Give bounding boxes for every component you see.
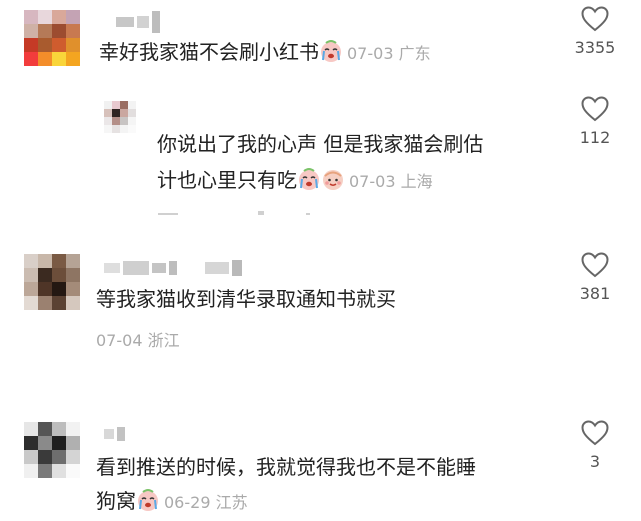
comment-text: 等我家猫收到清华录取通知书就买 bbox=[96, 282, 396, 316]
comment-location: 广东 bbox=[398, 44, 431, 63]
like-count: 112 bbox=[579, 128, 611, 147]
like-button[interactable]: 381 bbox=[565, 252, 625, 303]
like-count: 3355 bbox=[574, 38, 616, 57]
username-redacted[interactable] bbox=[104, 426, 125, 442]
username-redacted[interactable] bbox=[104, 258, 242, 278]
like-button[interactable]: 112 bbox=[565, 96, 625, 147]
comment-date: 07-03 bbox=[347, 44, 394, 63]
comment-body: 狗窝 bbox=[96, 489, 136, 513]
avatar[interactable] bbox=[104, 101, 136, 133]
comment-location: 浙江 bbox=[147, 331, 180, 350]
avatar[interactable] bbox=[24, 422, 80, 478]
comment-date: 07-03 bbox=[349, 172, 396, 191]
heart-icon bbox=[581, 6, 609, 32]
comment-thread: 幸好我家猫不会刷小红书 07-03 广东 3355 你说出了我的心声 但是我家猫… bbox=[0, 0, 641, 521]
comment-text: 计也心里只有吃 07-03 上海 bbox=[157, 163, 433, 199]
comment-text: 看到推送的时候，我就觉得我也不是不能睡 bbox=[96, 450, 476, 484]
like-button[interactable]: 3 bbox=[565, 420, 625, 471]
comment-body: 等我家猫收到清华录取通知书就买 bbox=[96, 287, 396, 311]
comment-meta: 07-04 浙江 bbox=[96, 322, 180, 358]
comment-body: 看到推送的时候，我就觉得我也不是不能睡 bbox=[96, 455, 476, 479]
comment-date: 06-29 bbox=[164, 493, 211, 512]
comment-text: 狗窝 06-29 江苏 bbox=[96, 484, 248, 520]
comment-body: 幸好我家猫不会刷小红书 bbox=[99, 40, 319, 64]
crying-face-icon bbox=[297, 167, 321, 191]
smiling-face-icon bbox=[321, 167, 345, 191]
truncated-row bbox=[306, 213, 310, 215]
like-count: 3 bbox=[589, 452, 601, 471]
truncated-row bbox=[258, 211, 264, 215]
avatar[interactable] bbox=[24, 254, 80, 310]
truncated-row bbox=[158, 213, 178, 215]
heart-icon bbox=[581, 252, 609, 278]
username-redacted[interactable] bbox=[116, 10, 160, 34]
like-count: 381 bbox=[579, 284, 611, 303]
comment-location: 上海 bbox=[400, 172, 433, 191]
avatar[interactable] bbox=[24, 10, 80, 66]
comment-body: 你说出了我的心声 但是我家猫会刷估 bbox=[157, 132, 484, 156]
comment-text: 幸好我家猫不会刷小红书 07-03 广东 bbox=[99, 35, 431, 71]
crying-face-icon bbox=[136, 488, 160, 512]
comment-text: 你说出了我的心声 但是我家猫会刷估 bbox=[157, 127, 483, 161]
crying-face-icon bbox=[319, 39, 343, 63]
comment-location: 江苏 bbox=[215, 493, 248, 512]
heart-icon bbox=[581, 420, 609, 446]
comment-body: 计也心里只有吃 bbox=[157, 168, 297, 192]
heart-icon bbox=[581, 96, 609, 122]
like-button[interactable]: 3355 bbox=[565, 6, 625, 57]
comment-date: 07-04 bbox=[96, 331, 143, 350]
